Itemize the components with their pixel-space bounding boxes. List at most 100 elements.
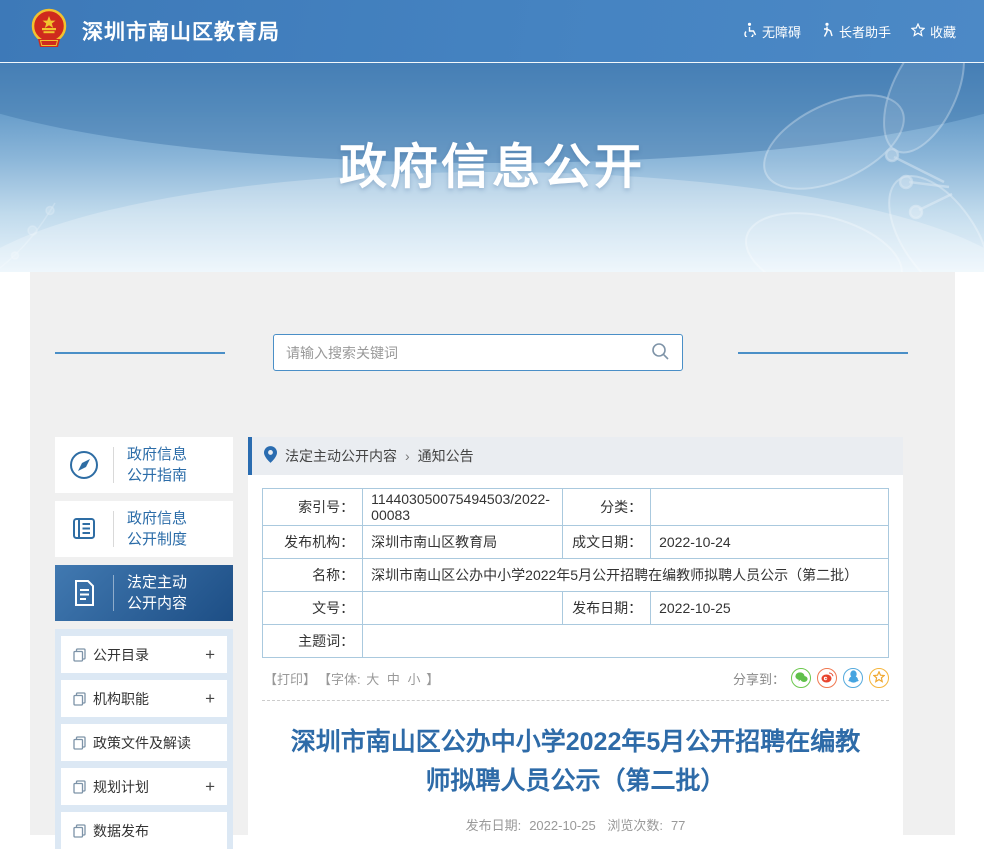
publish-date-meta-label: 发布日期: [465,817,522,833]
submenu-label: 政策文件及解读 [93,734,191,751]
label-line1: 政府信息 [127,510,188,527]
favorite-label: 收藏 [929,24,956,40]
main-content-card: 法定主动公开内容 › 通知公告 索引号： 114403050075494503/… [248,437,903,852]
submenu-item-planning[interactable]: 规划计划 + [61,768,227,805]
breadcrumb-item-notices[interactable]: 通知公告 [418,446,474,466]
print-button[interactable]: 【打印】 [264,669,316,688]
font-size-suffix: 】 [426,671,440,687]
qq-penguin-icon [847,670,859,686]
font-size-medium-button[interactable]: 中 [387,672,400,687]
sidebar-item-statutory[interactable]: 法定主动 公开内容 [55,565,233,621]
page-icon [73,779,86,794]
category-label: 分类： [562,488,652,526]
label-line1: 政府信息 [127,446,188,463]
share-group: 分享到： [733,668,889,688]
accessibility-label: 无障碍 [761,24,801,40]
breadcrumb: 法定主动公开内容 › 通知公告 [248,437,903,475]
expand-plus-icon[interactable]: + [205,645,215,665]
breadcrumb-separator: › [405,448,410,464]
book-icon [55,513,113,545]
weibo-icon [821,671,834,686]
org-label: 发布机构： [261,525,364,559]
page-icon [73,735,86,750]
category-value [650,488,889,526]
written-date-label: 成文日期： [562,525,652,559]
elder-assist-label: 长者助手 [838,24,891,40]
article-meta: 发布日期: 2022-10-25 浏览次数: 77 [248,815,903,852]
national-emblem-icon [28,7,70,56]
search-button[interactable] [638,335,682,370]
submenu-label: 公开目录 [93,646,149,663]
search-section [30,272,955,437]
qzone-share-button[interactable] [869,668,889,688]
label-line2: 公开指南 [127,467,188,484]
article-toolbar: 【打印】 【字体: 大 中 小 】 分享到： [248,658,903,692]
expand-plus-icon[interactable]: + [205,689,215,709]
search-icon [651,342,670,364]
written-date-value: 2022-10-24 [650,525,889,559]
star-icon [910,22,926,40]
sidebar: 政府信息 公开指南 政府信息 公开制度 法定主动 公开内容 公开目录 + 机构职… [55,437,233,856]
qq-share-button[interactable] [843,668,863,688]
banner-title: 政府信息公开 [338,141,645,194]
publish-date-meta-value: 2022-10-25 [529,817,596,833]
top-links: 无障碍 长者助手 收藏 [743,22,956,41]
submenu-label: 规划计划 [93,778,149,795]
table-row: 发布机构： 深圳市南山区教育局 成文日期： 2022-10-24 [261,525,889,559]
accessibility-link[interactable]: 无障碍 [743,22,801,41]
font-size-large-button[interactable]: 大 [366,672,379,687]
label-line2: 公开制度 [127,531,188,548]
keywords-value [362,624,889,658]
page-icon [73,691,86,706]
views-label: 浏览次数: [607,817,663,833]
sidebar-item-system[interactable]: 政府信息 公开制度 [55,501,233,557]
decor-line-right [738,352,908,354]
submenu-label: 机构职能 [93,690,149,707]
table-row: 名称： 深圳市南山区公办中小学2022年5月公开招聘在编教师拟聘人员公示（第二批… [261,558,889,592]
search-box [273,334,683,371]
location-pin-icon [264,446,277,466]
font-size-small-button[interactable]: 小 [408,672,421,687]
site-brand[interactable]: 深圳市南山区教育局 [28,7,280,56]
sidebar-item-guide[interactable]: 政府信息 公开指南 [55,437,233,493]
publish-date-label: 发布日期： [562,591,652,625]
page-icon [73,823,86,838]
page-icon [73,647,86,662]
decor-line-left [55,352,225,354]
document-meta-table: 索引号： 114403050075494503/2022-00083 分类： 发… [261,488,889,658]
sidebar-item-statutory-label: 法定主动 公开内容 [114,572,187,614]
content-panel: 政府信息 公开指南 政府信息 公开制度 [30,272,955,852]
table-row: 索引号： 114403050075494503/2022-00083 分类： [261,488,889,526]
elder-assist-link[interactable]: 长者助手 [821,22,891,41]
submenu-item-functions[interactable]: 机构职能 + [61,680,227,717]
wechat-share-button[interactable] [791,668,811,688]
submenu-label: 数据发布 [93,822,149,839]
submenu-item-policies[interactable]: 政策文件及解读 [61,724,227,761]
sidebar-item-guide-label: 政府信息 公开指南 [114,444,187,486]
org-value: 深圳市南山区教育局 [362,525,564,559]
submenu-item-catalog[interactable]: 公开目录 + [61,636,227,673]
article-title: 深圳市南山区公办中小学2022年5月公开招聘在编教师拟聘人员公示（第二批） [290,728,861,795]
favorite-link[interactable]: 收藏 [910,22,956,41]
branch-decoration-icon [0,202,56,269]
share-label: 分享到： [732,671,785,687]
weibo-share-button[interactable] [817,668,837,688]
doc-no-value [362,591,564,625]
wechat-icon [794,671,808,686]
table-row: 文号： 发布日期： 2022-10-25 [261,591,889,625]
breadcrumb-item-statutory[interactable]: 法定主动公开内容 [285,446,397,466]
search-input[interactable] [274,335,638,370]
document-icon [55,577,113,609]
accessibility-icon [743,22,757,40]
dashed-divider [262,700,889,701]
qzone-star-icon [872,669,886,686]
font-size-group: 【字体: 大 中 小 】 [318,669,439,688]
submenu-item-data[interactable]: 数据发布 [61,812,227,849]
page-banner: 政府信息公开 [0,62,984,272]
font-size-prefix: 【字体: [318,671,361,687]
index-label: 索引号： [261,488,364,526]
sidebar-item-system-label: 政府信息 公开制度 [114,508,187,550]
doc-no-label: 文号： [261,591,364,625]
expand-plus-icon[interactable]: + [205,777,215,797]
table-row: 主题词： [261,624,889,658]
